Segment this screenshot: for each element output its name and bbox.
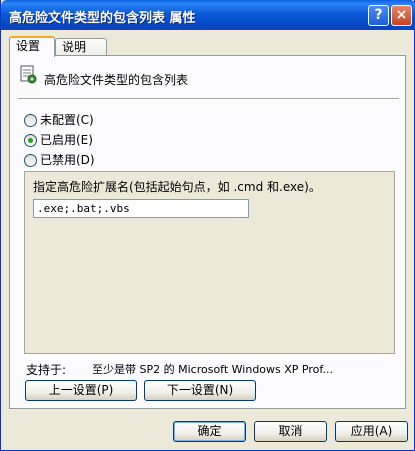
tab-strip: 设置 说明 (9, 36, 209, 57)
supported-on-label: 支持于: (26, 363, 67, 377)
extensions-input[interactable]: .exe;.bat;.vbs (33, 199, 249, 218)
settings-panel: 高危险文件类型的包含列表 未配置(C) 已启用(E) 已禁用(D) 指定高危险扩… (9, 55, 406, 409)
divider (18, 98, 399, 99)
properties-dialog: 高危险文件类型的包含列表 属性 ? × 设置 说明 高危险文件类型的包含列表 未… (0, 0, 415, 451)
policy-name: 高危险文件类型的包含列表 (44, 73, 189, 87)
radio-button[interactable] (24, 154, 37, 167)
title-bar[interactable]: 高危险文件类型的包含列表 属性 ? × (1, 0, 415, 30)
ok-button[interactable]: 确定 (173, 421, 246, 442)
options-box: 指定高危险扩展名(包括起始句点，如 .cmd 和.exe)。 .exe;.bat… (24, 171, 395, 354)
supported-on-value: 至少是带 SP2 的 Microsoft Windows XP Prof... (92, 363, 333, 376)
apply-button[interactable]: 应用(A) (335, 421, 408, 442)
tab-explain[interactable]: 说明 (55, 38, 107, 56)
options-label: 指定高危险扩展名(包括起始句点，如 .cmd 和.exe)。 (33, 180, 321, 194)
radio-button-checked[interactable] (24, 134, 37, 147)
radio-label: 已禁用(D) (40, 153, 95, 167)
policy-setting-icon (20, 65, 37, 84)
radio-label: 已启用(E) (40, 133, 93, 147)
radio-button[interactable] (24, 114, 37, 127)
help-button[interactable]: ? (368, 5, 389, 26)
close-button[interactable]: × (391, 5, 412, 26)
cancel-button[interactable]: 取消 (254, 421, 327, 442)
next-setting-button[interactable]: 下一设置(N) (144, 380, 256, 401)
previous-setting-button[interactable]: 上一设置(P) (25, 380, 137, 401)
tab-settings[interactable]: 设置 (9, 36, 55, 57)
radio-label: 未配置(C) (40, 113, 94, 127)
window-title: 高危险文件类型的包含列表 属性 (9, 11, 196, 26)
